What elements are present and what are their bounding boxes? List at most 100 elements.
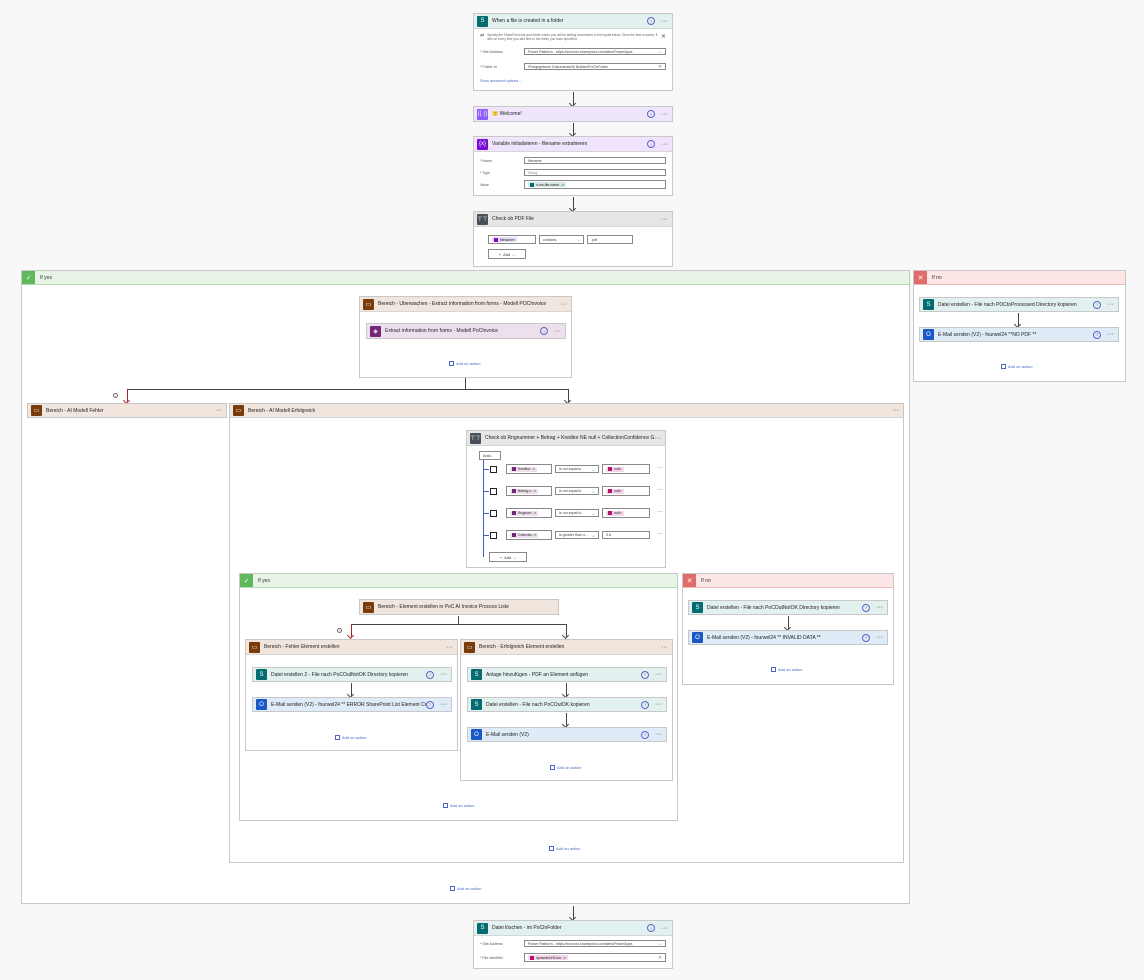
welcome-header[interactable]: ((·)) 🙂 Welcome! ? ··· [474,107,672,121]
more-options-icon[interactable]: ··· [661,925,668,932]
more-options-icon[interactable]: ··· [1107,301,1114,308]
if-no-header[interactable]: ✕ If no [914,271,1125,285]
help-icon[interactable]: ? [1093,300,1101,309]
extract-info-card[interactable]: ◈ Extract information from forms - Model… [366,323,566,339]
more-options-icon[interactable]: ··· [661,216,668,223]
more-options-icon[interactable]: ··· [1107,331,1114,338]
add-action-link[interactable]: Add an action [335,735,366,740]
more-options-icon[interactable]: ··· [661,18,668,25]
more-options-icon[interactable]: ··· [876,634,883,641]
more-options-icon[interactable]: ··· [655,731,662,738]
check-pdf-card[interactable]: ⊤⊤ Check ob PDF File ··· filename × cont… [473,211,673,267]
if-yes-header[interactable]: ✓ If yes [22,271,909,285]
email-invalid-card[interactable]: O E-Mail senden (V2) - fourwel24 ** INVA… [688,630,888,645]
help-icon[interactable]: ? [641,670,649,679]
run-after-info-icon[interactable]: i [337,628,342,633]
check-fields-card[interactable]: ⊤⊤ Check ob Rngnummer + Betrag + Kredito… [466,430,666,568]
condition-operator[interactable]: contains ⌵ [539,235,584,244]
help-icon[interactable]: ? [647,924,655,932]
close-icon[interactable]: ✕ [661,33,666,40]
more-options-icon[interactable]: ··· [655,671,662,678]
file-identifier-field[interactable]: dynamicUrlCom... × ⇱ [524,953,666,962]
condition-value[interactable]: null × [602,464,650,474]
delete-file-header[interactable]: S Datei löschen - im PoCInFolder ? ··· [474,921,672,936]
scope-ai-erfolg-header[interactable]: ▭ Bereich - AI Modell Erfolgreich ··· [230,404,903,418]
email-invalid-header[interactable]: O E-Mail senden (V2) - fourwel24 ** INVA… [689,631,887,644]
email-no-pdf-card[interactable]: O E-Mail senden (V2) - fourwel24 **NO PD… [919,327,1119,342]
help-icon[interactable]: ? [540,327,548,335]
more-options-icon[interactable]: ··· [440,671,447,678]
dynamic-content-pill[interactable]: x-ms-file-name... × [528,182,567,187]
chevron-down-icon[interactable]: ⌵ [659,49,662,54]
condition-operand[interactable]: Betrag-v... × [506,486,552,496]
trigger-header[interactable]: S When a file is created in a folder ? ·… [474,14,672,29]
more-options-icon[interactable]: ··· [215,407,222,414]
chevron-down-icon[interactable]: ⌵ [592,511,595,516]
welcome-card[interactable]: ((·)) 🙂 Welcome! ? ··· [473,106,673,122]
site-address-field[interactable]: Power Platform - https://xxxxxxx.sharepo… [524,48,666,55]
scope-element-card[interactable]: ▭ Bereich - Element erstellen in PoC AI … [359,599,559,615]
copy-file-notok-card[interactable]: S Datei erstellen - File nach PoCOutNotO… [688,600,888,615]
add-action-link[interactable]: Add an action [550,765,581,770]
row-checkbox[interactable] [490,510,497,517]
more-options-icon[interactable]: ··· [655,701,662,708]
row-checkbox[interactable] [490,466,497,473]
copy-file-processed-card[interactable]: S Datei erstellen - File nach POCtoProce… [919,297,1119,312]
condition-operator[interactable]: is not equal to ⌵ [555,509,599,517]
site-address-field[interactable]: Power Platform - https://xxxxxxx.sharepo… [524,940,666,947]
more-options-icon[interactable]: ··· [654,435,661,442]
add-action-link[interactable]: Add an action [549,846,580,851]
email-error-header[interactable]: O E-Mail senden (V2) - fourwel24 ** ERRO… [253,698,451,711]
help-icon[interactable]: ? [641,700,649,709]
condition-operand[interactable]: filename × [488,235,536,244]
chevron-down-icon[interactable]: ⌵ [592,467,595,472]
add-attachment-header[interactable]: S Anlage hinzufügen - PDF an Element anf… [468,668,666,681]
more-options-icon[interactable]: ··· [657,487,663,493]
scope-element-header[interactable]: ▭ Bereich - Element erstellen in PoC AI … [360,600,558,614]
chevron-down-icon[interactable]: ⌵ [592,489,595,494]
delete-file-card[interactable]: S Datei löschen - im PoCInFolder ? ··· *… [473,920,673,969]
condition-value[interactable]: 0.8 [602,531,650,539]
init-variable-card[interactable]: {x} Variable initialisieren - filename e… [473,136,673,196]
condition-value[interactable]: .pdf [587,235,633,244]
type-field[interactable]: String [524,169,666,176]
folder-picker-icon[interactable]: ⇱ [659,64,662,69]
condition-operand[interactable]: Kreditor... × [506,464,552,474]
copy-file2-header[interactable]: S Datei erstellen 2 - File nach PoCOutNo… [253,668,451,681]
init-variable-header[interactable]: {x} Variable initialisieren - filename e… [474,137,672,152]
run-after-info-icon[interactable]: i [113,393,118,398]
email-no-pdf-header[interactable]: O E-Mail senden (V2) - fourwel24 **NO PD… [920,328,1118,341]
variable-pill[interactable]: filename × [492,237,518,242]
chevron-down-icon[interactable]: ⌵ [659,941,662,946]
help-icon[interactable]: ? [647,17,655,25]
help-icon[interactable]: ? [862,633,870,642]
condition-value[interactable]: null × [602,486,650,496]
condition-operand[interactable]: Rngnum... × [506,508,552,518]
trigger-card[interactable]: S When a file is created in a folder ? ·… [473,13,673,91]
scope-fehler-element-card[interactable]: ▭ Bereich - Fehler Element erstellen ···… [245,639,458,751]
condition-operand[interactable]: Collectio... × [506,530,552,540]
chevron-down-icon[interactable]: ⌵ [577,237,580,242]
copy-file2-card[interactable]: S Datei erstellen 2 - File nach PoCOutNo… [252,667,452,682]
value-field[interactable]: x-ms-file-name... × [524,180,666,189]
condition-operator[interactable]: is not equal to ⌵ [555,487,599,495]
inner-if-no-header[interactable]: ✕ If no [683,574,893,588]
more-options-icon[interactable]: ··· [661,111,668,118]
help-icon[interactable]: ? [1093,330,1101,339]
more-options-icon[interactable]: ··· [657,465,663,471]
help-icon[interactable]: ? [641,730,649,739]
add-condition-button[interactable]: + Add ⌵ [489,552,527,562]
add-attachment-card[interactable]: S Anlage hinzufügen - PDF an Element anf… [467,667,667,682]
email-success-header[interactable]: O E-Mail senden (V2) ? ··· [468,728,666,741]
condition-value[interactable]: null × [602,508,650,518]
row-checkbox[interactable] [490,532,497,539]
add-action-link[interactable]: Add an action [1001,364,1032,369]
check-pdf-header[interactable]: ⊤⊤ Check ob PDF File ··· [474,212,672,227]
help-icon[interactable]: ? [647,140,655,148]
more-options-icon[interactable]: ··· [661,141,668,148]
folder-picker-icon[interactable]: ⇱ [659,955,662,960]
copy-file-ok-header[interactable]: S Datei erstellen - File nach PoCOutOK k… [468,698,666,711]
scope-extract-card[interactable]: ▭ Bereich - Überwachen - Extract informa… [359,296,572,378]
scope-ai-fehler-header[interactable]: ▭ Bereich - AI Modell Fehler ··· [28,404,226,417]
name-field[interactable]: filename [524,157,666,164]
